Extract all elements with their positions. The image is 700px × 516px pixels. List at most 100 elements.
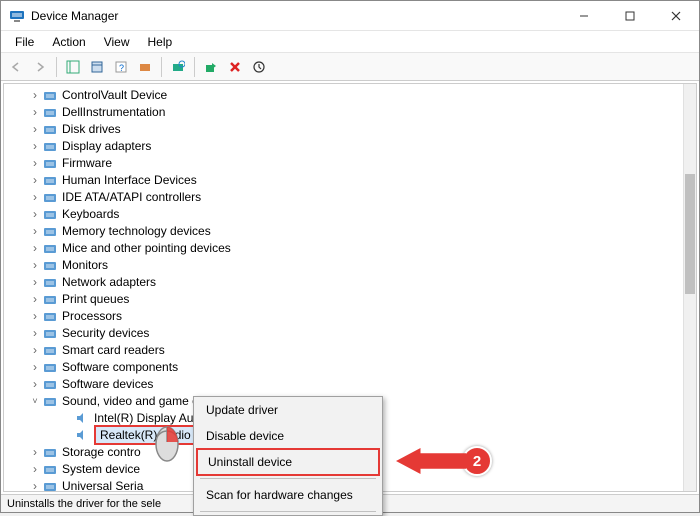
tree-node[interactable]: DellInstrumentation xyxy=(4,103,683,120)
scrollbar-thumb[interactable] xyxy=(685,174,695,294)
tree-node[interactable]: Monitors xyxy=(4,256,683,273)
window-title: Device Manager xyxy=(31,9,561,23)
tree-node-label: Print queues xyxy=(62,292,129,306)
tree-node[interactable]: Memory technology devices xyxy=(4,222,683,239)
tree-node[interactable]: Firmware xyxy=(4,154,683,171)
tree-node[interactable]: Human Interface Devices xyxy=(4,171,683,188)
menu-file[interactable]: File xyxy=(7,33,42,51)
device-category-icon xyxy=(42,342,58,358)
device-category-icon xyxy=(42,206,58,222)
chevron-right-icon[interactable] xyxy=(28,190,42,204)
device-category-icon xyxy=(42,257,58,273)
svg-text:?: ? xyxy=(119,63,124,73)
tree-node-label: Processors xyxy=(62,309,122,323)
mouse-cursor-icon xyxy=(149,416,193,469)
tree-node[interactable]: Network adapters xyxy=(4,273,683,290)
toolbar-separator xyxy=(194,57,195,77)
chevron-right-icon[interactable] xyxy=(28,343,42,357)
chevron-down-icon[interactable] xyxy=(28,396,42,406)
chevron-right-icon[interactable] xyxy=(28,479,42,492)
tree-node-label: Firmware xyxy=(62,156,112,170)
chevron-right-icon[interactable] xyxy=(28,224,42,238)
tree-node-label: Software components xyxy=(62,360,178,374)
context-menu-item[interactable]: Scan for hardware changes xyxy=(194,482,382,508)
chevron-right-icon[interactable] xyxy=(28,309,42,323)
update-driver-button[interactable] xyxy=(248,56,270,78)
back-button[interactable] xyxy=(5,56,27,78)
context-menu-item[interactable]: Uninstall device xyxy=(196,448,380,476)
enable-device-button[interactable] xyxy=(200,56,222,78)
menu-view[interactable]: View xyxy=(96,33,138,51)
vertical-scrollbar[interactable] xyxy=(683,84,696,491)
context-menu-item[interactable]: Update driver xyxy=(194,397,382,423)
scan-hardware-button[interactable] xyxy=(167,56,189,78)
menu-action[interactable]: Action xyxy=(44,33,93,51)
device-category-icon xyxy=(42,393,58,409)
tree-node-label: Memory technology devices xyxy=(62,224,211,238)
tree-node-label: Monitors xyxy=(62,258,108,272)
menu-help[interactable]: Help xyxy=(140,33,181,51)
chevron-right-icon[interactable] xyxy=(28,360,42,374)
action-button[interactable] xyxy=(134,56,156,78)
tree-node[interactable]: Keyboards xyxy=(4,205,683,222)
tree-node[interactable]: Software components xyxy=(4,358,683,375)
device-category-icon xyxy=(42,172,58,188)
tree-node[interactable]: Print queues xyxy=(4,290,683,307)
chevron-right-icon[interactable] xyxy=(28,377,42,391)
help-button[interactable]: ? xyxy=(110,56,132,78)
tree-node-label: Display adapters xyxy=(62,139,151,153)
app-icon xyxy=(9,8,25,24)
tree-node[interactable]: ControlVault Device xyxy=(4,86,683,103)
tree-node-label: Software devices xyxy=(62,377,153,391)
chevron-right-icon[interactable] xyxy=(28,462,42,476)
chevron-right-icon[interactable] xyxy=(28,139,42,153)
chevron-right-icon[interactable] xyxy=(28,258,42,272)
properties-button[interactable] xyxy=(86,56,108,78)
minimize-button[interactable] xyxy=(561,1,607,31)
chevron-right-icon[interactable] xyxy=(28,105,42,119)
chevron-right-icon[interactable] xyxy=(28,445,42,459)
device-category-icon xyxy=(42,121,58,137)
chevron-right-icon[interactable] xyxy=(28,88,42,102)
forward-button[interactable] xyxy=(29,56,51,78)
tree-node[interactable]: Processors xyxy=(4,307,683,324)
device-category-icon xyxy=(42,138,58,154)
context-menu[interactable]: Update driverDisable deviceUninstall dev… xyxy=(193,396,383,516)
toolbar: ? xyxy=(1,53,699,81)
title-bar[interactable]: Device Manager xyxy=(1,1,699,31)
chevron-right-icon[interactable] xyxy=(28,207,42,221)
tree-node[interactable]: Smart card readers xyxy=(4,341,683,358)
chevron-right-icon[interactable] xyxy=(28,326,42,340)
step-number-badge: 2 xyxy=(462,446,492,476)
chevron-right-icon[interactable] xyxy=(28,122,42,136)
tree-node-label: Disk drives xyxy=(62,122,121,136)
tree-node[interactable]: Disk drives xyxy=(4,120,683,137)
show-hide-tree-button[interactable] xyxy=(62,56,84,78)
tree-node[interactable]: IDE ATA/ATAPI controllers xyxy=(4,188,683,205)
tree-node-label: Network adapters xyxy=(62,275,156,289)
chevron-right-icon[interactable] xyxy=(28,173,42,187)
device-category-icon xyxy=(42,444,58,460)
device-category-icon xyxy=(42,359,58,375)
device-category-icon xyxy=(42,478,58,492)
tree-node[interactable]: Display adapters xyxy=(4,137,683,154)
close-button[interactable] xyxy=(653,1,699,31)
device-category-icon xyxy=(42,308,58,324)
chevron-right-icon[interactable] xyxy=(28,292,42,306)
device-category-icon xyxy=(42,104,58,120)
disable-device-button[interactable] xyxy=(224,56,246,78)
menu-separator xyxy=(200,478,376,479)
tree-node-label: Keyboards xyxy=(62,207,119,221)
chevron-right-icon[interactable] xyxy=(28,241,42,255)
maximize-button[interactable] xyxy=(607,1,653,31)
tree-node-label: Universal Seria xyxy=(62,479,143,492)
chevron-right-icon[interactable] xyxy=(28,275,42,289)
device-category-icon xyxy=(42,155,58,171)
tree-node[interactable]: Security devices xyxy=(4,324,683,341)
arrow-icon xyxy=(396,448,466,474)
tree-node[interactable]: Software devices xyxy=(4,375,683,392)
context-menu-item[interactable]: Disable device xyxy=(194,423,382,449)
tree-node-label: Human Interface Devices xyxy=(62,173,197,187)
chevron-right-icon[interactable] xyxy=(28,156,42,170)
tree-node[interactable]: Mice and other pointing devices xyxy=(4,239,683,256)
